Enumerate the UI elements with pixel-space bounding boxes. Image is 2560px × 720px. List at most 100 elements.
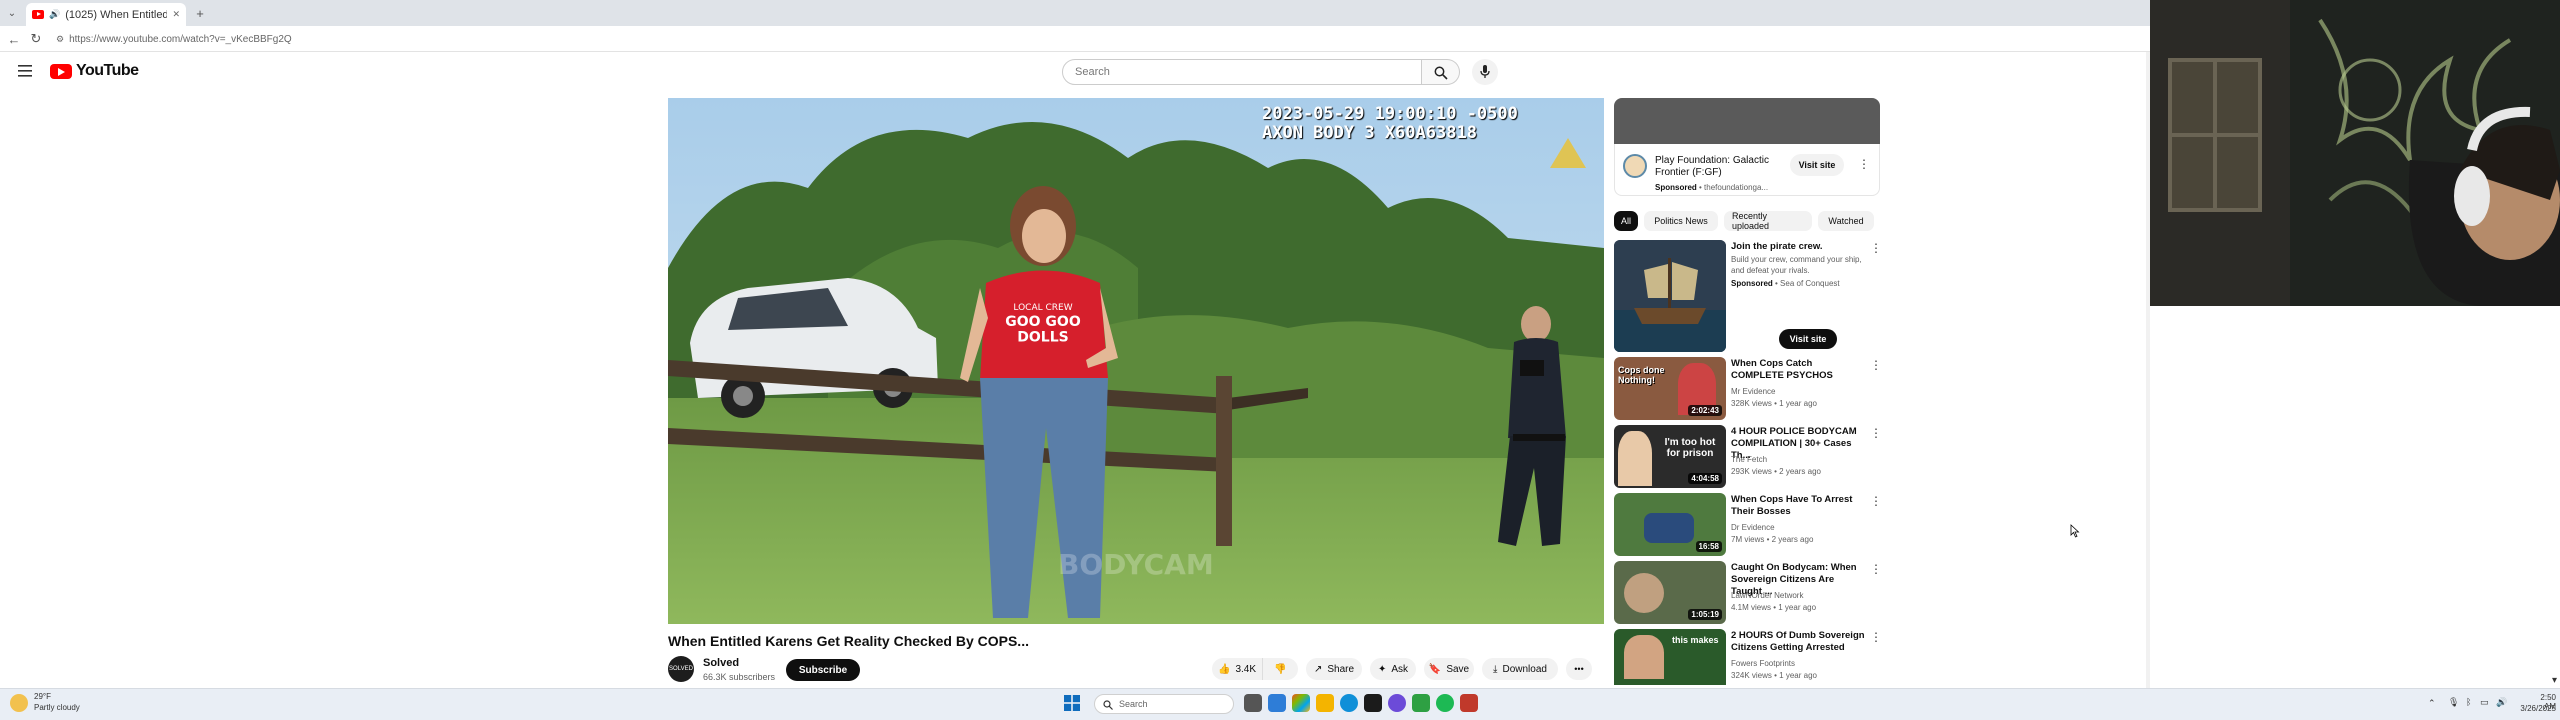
- rec-views: 7M views • 2 years ago: [1731, 535, 1814, 544]
- rec-channel[interactable]: Mr Evidence: [1731, 386, 1871, 397]
- rec-views: 4.1M views • 1 year ago: [1731, 603, 1817, 612]
- ad-title[interactable]: Play Foundation: Galactic Frontier (F:GF…: [1655, 155, 1775, 179]
- dislike-button[interactable]: 👎: [1262, 658, 1298, 680]
- chip-watched[interactable]: Watched: [1818, 211, 1874, 231]
- rec-title[interactable]: 2 HOURS Of Dumb Sovereign Citizens Getti…: [1731, 630, 1865, 654]
- chip-recently-uploaded[interactable]: Recently uploaded: [1724, 211, 1812, 231]
- site-info-icon[interactable]: ⚙: [56, 34, 64, 45]
- save-label: Save: [1446, 663, 1470, 675]
- more-actions-button[interactable]: •••: [1566, 658, 1592, 680]
- video-frame: LOCAL CREW GOO GOO DOLLS BODYCAM: [668, 98, 1604, 624]
- rec-sponsored-label: Sponsored: [1731, 279, 1773, 288]
- rec-more-icon[interactable]: ⋮: [1870, 494, 1882, 508]
- back-icon[interactable]: ←: [6, 31, 22, 47]
- ad-banner-image[interactable]: [1614, 98, 1880, 144]
- download-button[interactable]: ⤓ Download: [1482, 658, 1558, 680]
- like-button[interactable]: 👍 3.4K: [1212, 658, 1262, 680]
- store-app-icon[interactable]: [1292, 694, 1310, 712]
- mouse-cursor-icon: [2070, 524, 2080, 538]
- browser-tab-active[interactable]: 🔊 (1025) When Entitled Karens ✕: [26, 3, 186, 26]
- rec-visit-site-button[interactable]: Visit site: [1779, 329, 1837, 349]
- bluetooth-icon[interactable]: ᛒ: [2466, 697, 2471, 707]
- url-text: https://www.youtube.com/watch?v=_vKecBBF…: [69, 33, 292, 45]
- search-placeholder: Search: [1075, 66, 1110, 78]
- rec-more-icon[interactable]: ⋮: [1870, 426, 1882, 440]
- video-title: When Entitled Karens Get Reality Checked…: [668, 633, 1029, 649]
- subscribe-button[interactable]: Subscribe: [786, 659, 860, 681]
- rec-views: 293K views • 2 years ago: [1731, 467, 1821, 476]
- rec-thumbnail[interactable]: I'm too hot for prison 4:04:58: [1614, 425, 1726, 488]
- chip-politics-news[interactable]: Politics News: [1644, 211, 1718, 231]
- rec-thumbnail[interactable]: this makes: [1614, 629, 1726, 685]
- rec-more-icon[interactable]: ⋮: [1870, 630, 1882, 644]
- taskbar-clock-date[interactable]: 3/26/2025: [2516, 704, 2556, 713]
- rec-more-icon[interactable]: ⋮: [1870, 241, 1882, 255]
- rec-views: 324K views • 1 year ago: [1731, 671, 1817, 680]
- rec-title[interactable]: When Cops Catch COMPLETE PSYCHOS: [1731, 358, 1865, 382]
- rec-more-icon[interactable]: ⋮: [1870, 358, 1882, 372]
- show-hidden-icons-icon[interactable]: ⌃: [2428, 698, 2436, 709]
- taskbar-search-box[interactable]: Search: [1094, 694, 1234, 714]
- close-tab-icon[interactable]: ✕: [172, 9, 180, 20]
- youtube-logo[interactable]: YouTube: [50, 62, 139, 80]
- file-explorer-icon[interactable]: [1316, 694, 1334, 712]
- game-app-icon[interactable]: [1412, 694, 1430, 712]
- network-icon[interactable]: ▭: [2480, 697, 2489, 708]
- task-view-icon[interactable]: [1244, 694, 1262, 712]
- media-app-icon[interactable]: [1460, 694, 1478, 712]
- rec-title[interactable]: Join the pirate crew.: [1731, 241, 1865, 253]
- ad-sponsored-line: Sponsored • thefoundationga...: [1655, 183, 1769, 192]
- pirate-ship-image: [1614, 240, 1726, 352]
- rec-thumbnail[interactable]: 1:05:19: [1614, 561, 1726, 624]
- rec-duration: 4:04:58: [1688, 473, 1722, 484]
- weather-temperature[interactable]: 29°F: [34, 692, 51, 701]
- microphone-tray-icon[interactable]: 🎙: [2448, 697, 2459, 708]
- ad-visit-site-button[interactable]: Visit site: [1790, 154, 1844, 176]
- taskbar-search-placeholder: Search: [1119, 699, 1148, 709]
- address-bar[interactable]: ⚙ https://www.youtube.com/watch?v=_vKecB…: [56, 31, 1556, 47]
- rec-channel[interactable]: Dr Evidence: [1731, 522, 1871, 533]
- search-input[interactable]: Search: [1062, 59, 1422, 85]
- edge-browser-icon[interactable]: [1340, 694, 1358, 712]
- rec-more-icon[interactable]: ⋮: [1870, 562, 1882, 576]
- voice-search-button[interactable]: [1472, 59, 1498, 85]
- chip-all[interactable]: All: [1614, 211, 1638, 231]
- save-button[interactable]: 🔖 Save: [1424, 658, 1474, 680]
- rec-channel[interactable]: The Fetch: [1731, 454, 1871, 465]
- new-tab-icon[interactable]: +: [192, 5, 208, 21]
- channel-avatar[interactable]: SOLVED: [668, 656, 694, 682]
- rec-thumbnail-figure: [1618, 431, 1652, 486]
- explorer-app-icon[interactable]: [1268, 694, 1286, 712]
- rec-channel[interactable]: Fowers Footprints: [1731, 658, 1871, 669]
- reload-icon[interactable]: ↻: [28, 31, 44, 47]
- thumbs-down-icon: 👎: [1274, 663, 1287, 675]
- video-player[interactable]: LOCAL CREW GOO GOO DOLLS BODYCAM: [668, 98, 1604, 624]
- weather-description[interactable]: Partly cloudy: [34, 703, 80, 712]
- youtube-favicon-icon: [32, 10, 44, 19]
- tab-title: (1025) When Entitled Karens: [65, 8, 168, 21]
- search-button[interactable]: [1422, 59, 1460, 85]
- rec-thumbnail[interactable]: Cops done Nothing! 2:02:43: [1614, 357, 1726, 420]
- obs-app-icon[interactable]: [1388, 694, 1406, 712]
- guide-menu-icon[interactable]: [18, 64, 34, 77]
- ad-more-icon[interactable]: ⋮: [1858, 157, 1870, 171]
- share-button[interactable]: ↗ Share: [1306, 658, 1362, 680]
- volume-icon[interactable]: 🔊: [2496, 697, 2507, 708]
- channel-name[interactable]: Solved: [703, 657, 739, 669]
- speaker-icon[interactable]: 🔊: [49, 9, 60, 20]
- rec-title[interactable]: When Cops Have To Arrest Their Bosses: [1731, 494, 1865, 518]
- rec-channel[interactable]: LawNOrder Network: [1731, 590, 1871, 601]
- windows-start-icon[interactable]: [1064, 695, 1080, 711]
- rec-thumbnail-text: this makes: [1672, 635, 1719, 645]
- share-label: Share: [1327, 663, 1355, 675]
- tab-list-icon[interactable]: ⌄: [4, 5, 20, 21]
- video-watermark: BODYCAM: [1058, 548, 1214, 581]
- ask-button[interactable]: ✦ Ask: [1370, 658, 1416, 680]
- rec-thumbnail[interactable]: [1614, 240, 1726, 352]
- youtube-play-icon: [50, 63, 72, 79]
- resize-corner-icon: ▾: [2552, 675, 2558, 686]
- terminal-app-icon[interactable]: [1364, 694, 1382, 712]
- spotify-app-icon[interactable]: [1436, 694, 1454, 712]
- rec-thumbnail[interactable]: 16:58: [1614, 493, 1726, 556]
- weather-icon[interactable]: [10, 694, 28, 712]
